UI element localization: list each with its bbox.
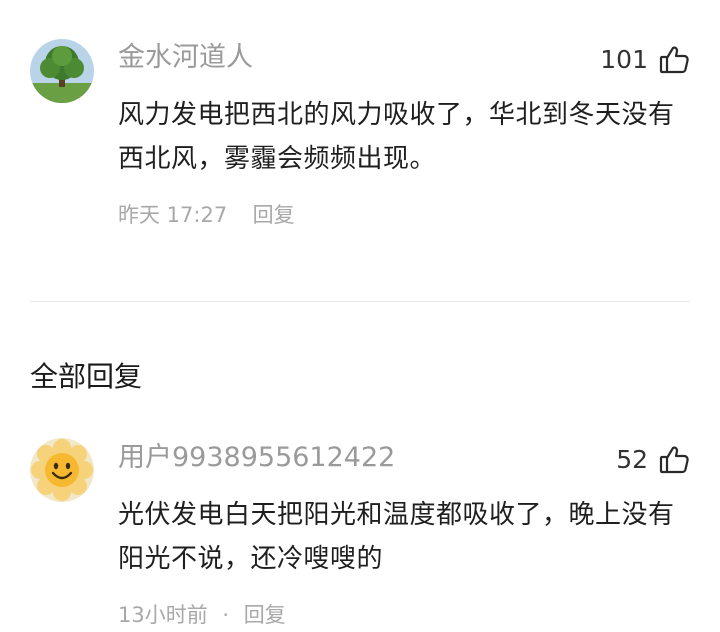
comment-time: 昨天 17:27 (118, 203, 228, 227)
username[interactable]: 金水河道人 (118, 41, 253, 75)
tree-avatar-image (30, 39, 94, 103)
reply-meta: 13小时前 · 回复 (118, 600, 286, 630)
section-title: 全部回复 (30, 360, 143, 393)
divider (30, 301, 690, 302)
username[interactable]: 用户9938955612422 (118, 441, 395, 475)
avatar[interactable] (30, 39, 94, 103)
reply-button[interactable]: 回复 (253, 203, 295, 227)
avatar[interactable] (30, 438, 94, 502)
reply-text: 光伏发电白天把阳光和温度都吸收了，晚上没有阳光不说，还冷嗖嗖的 (118, 500, 675, 574)
meta-separator: · (222, 603, 230, 627)
like-button[interactable]: 52 (616, 443, 690, 477)
smiley-sun-avatar-image (30, 438, 94, 502)
like-count: 52 (616, 445, 648, 474)
comment-text: 风力发电把西北的风力吸收了，华北到冬天没有西北风，雾霾会频频出现。 (118, 100, 675, 174)
thumbs-up-icon[interactable] (658, 44, 690, 76)
reply-button[interactable]: 回复 (244, 603, 286, 627)
comment-meta: 昨天 17:27 回复 (118, 200, 295, 230)
like-button[interactable]: 101 (600, 43, 690, 77)
reply-time: 13小时前 (118, 603, 208, 627)
like-count: 101 (600, 45, 648, 74)
thumbs-up-icon[interactable] (658, 444, 690, 476)
